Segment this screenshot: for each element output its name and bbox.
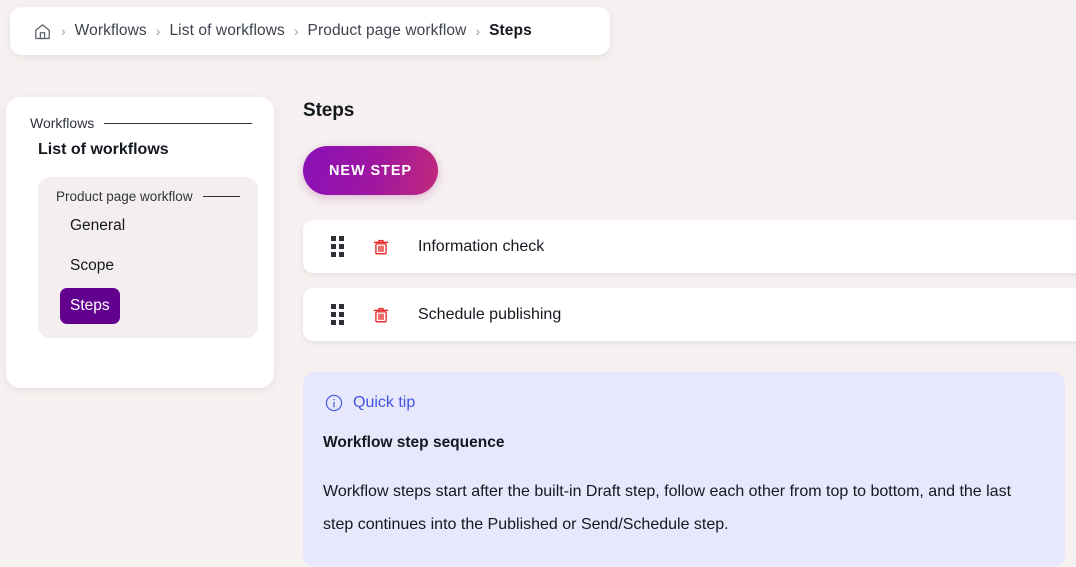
sidebar-item-steps[interactable]: Steps: [60, 288, 120, 324]
step-name: Schedule publishing: [418, 305, 562, 323]
sidebar-section-rule: [104, 122, 252, 124]
breadcrumb-separator-2: ›: [293, 22, 299, 39]
trash-icon[interactable]: [370, 304, 392, 326]
info-circle-icon: [323, 392, 344, 413]
sidebar-item-general[interactable]: General: [60, 208, 135, 244]
breadcrumb-separator-1: ›: [155, 22, 161, 39]
sidebar-item-scope[interactable]: Scope: [60, 248, 124, 284]
sidebar-group-label: Product page workflow: [56, 189, 193, 204]
main-content: Steps NEW STEP Information check Schedul…: [303, 100, 1076, 567]
drag-handle-icon[interactable]: [331, 236, 344, 257]
quick-tip-title: Workflow step sequence: [323, 434, 505, 451]
steps-list: Information check Schedule publishing: [303, 220, 1076, 341]
sidebar-item-list-of-workflows[interactable]: List of workflows: [22, 131, 258, 169]
sidebar-section-label: Workflows: [30, 115, 95, 131]
home-icon[interactable]: [32, 21, 52, 41]
sidebar-section-header-workflows: Workflows: [22, 115, 258, 131]
breadcrumb-separator-3: ›: [475, 22, 481, 39]
quick-tip-kicker: Quick tip: [353, 393, 416, 411]
breadcrumb-item-workflows[interactable]: Workflows: [75, 22, 147, 40]
breadcrumb-item-product-page-workflow[interactable]: Product page workflow: [308, 22, 467, 40]
page-title: Steps: [303, 100, 355, 121]
breadcrumb: › Workflows › List of workflows › Produc…: [10, 7, 610, 55]
sidebar-group-rule: [202, 196, 240, 197]
quick-tip-body: Workflow steps start after the built-in …: [323, 483, 1012, 533]
sidebar-group-product-page-workflow: Product page workflow General Scope Step…: [38, 177, 258, 338]
sidebar: Workflows List of workflows Product page…: [6, 97, 274, 388]
new-step-button[interactable]: NEW STEP: [303, 146, 438, 195]
breadcrumb-separator-0: ›: [61, 22, 66, 39]
step-name: Information check: [418, 237, 545, 255]
trash-icon[interactable]: [370, 236, 392, 258]
quick-tip-panel: Quick tip Workflow step sequence Workflo…: [303, 372, 1065, 567]
drag-handle-icon[interactable]: [331, 304, 344, 325]
sidebar-group-header: Product page workflow: [50, 189, 246, 204]
table-row[interactable]: Schedule publishing: [303, 288, 1076, 341]
table-row[interactable]: Information check: [303, 220, 1076, 273]
breadcrumb-item-list-of-workflows[interactable]: List of workflows: [169, 22, 284, 40]
quick-tip-header: Quick tip: [323, 392, 1043, 413]
breadcrumb-item-steps: Steps: [489, 22, 532, 39]
